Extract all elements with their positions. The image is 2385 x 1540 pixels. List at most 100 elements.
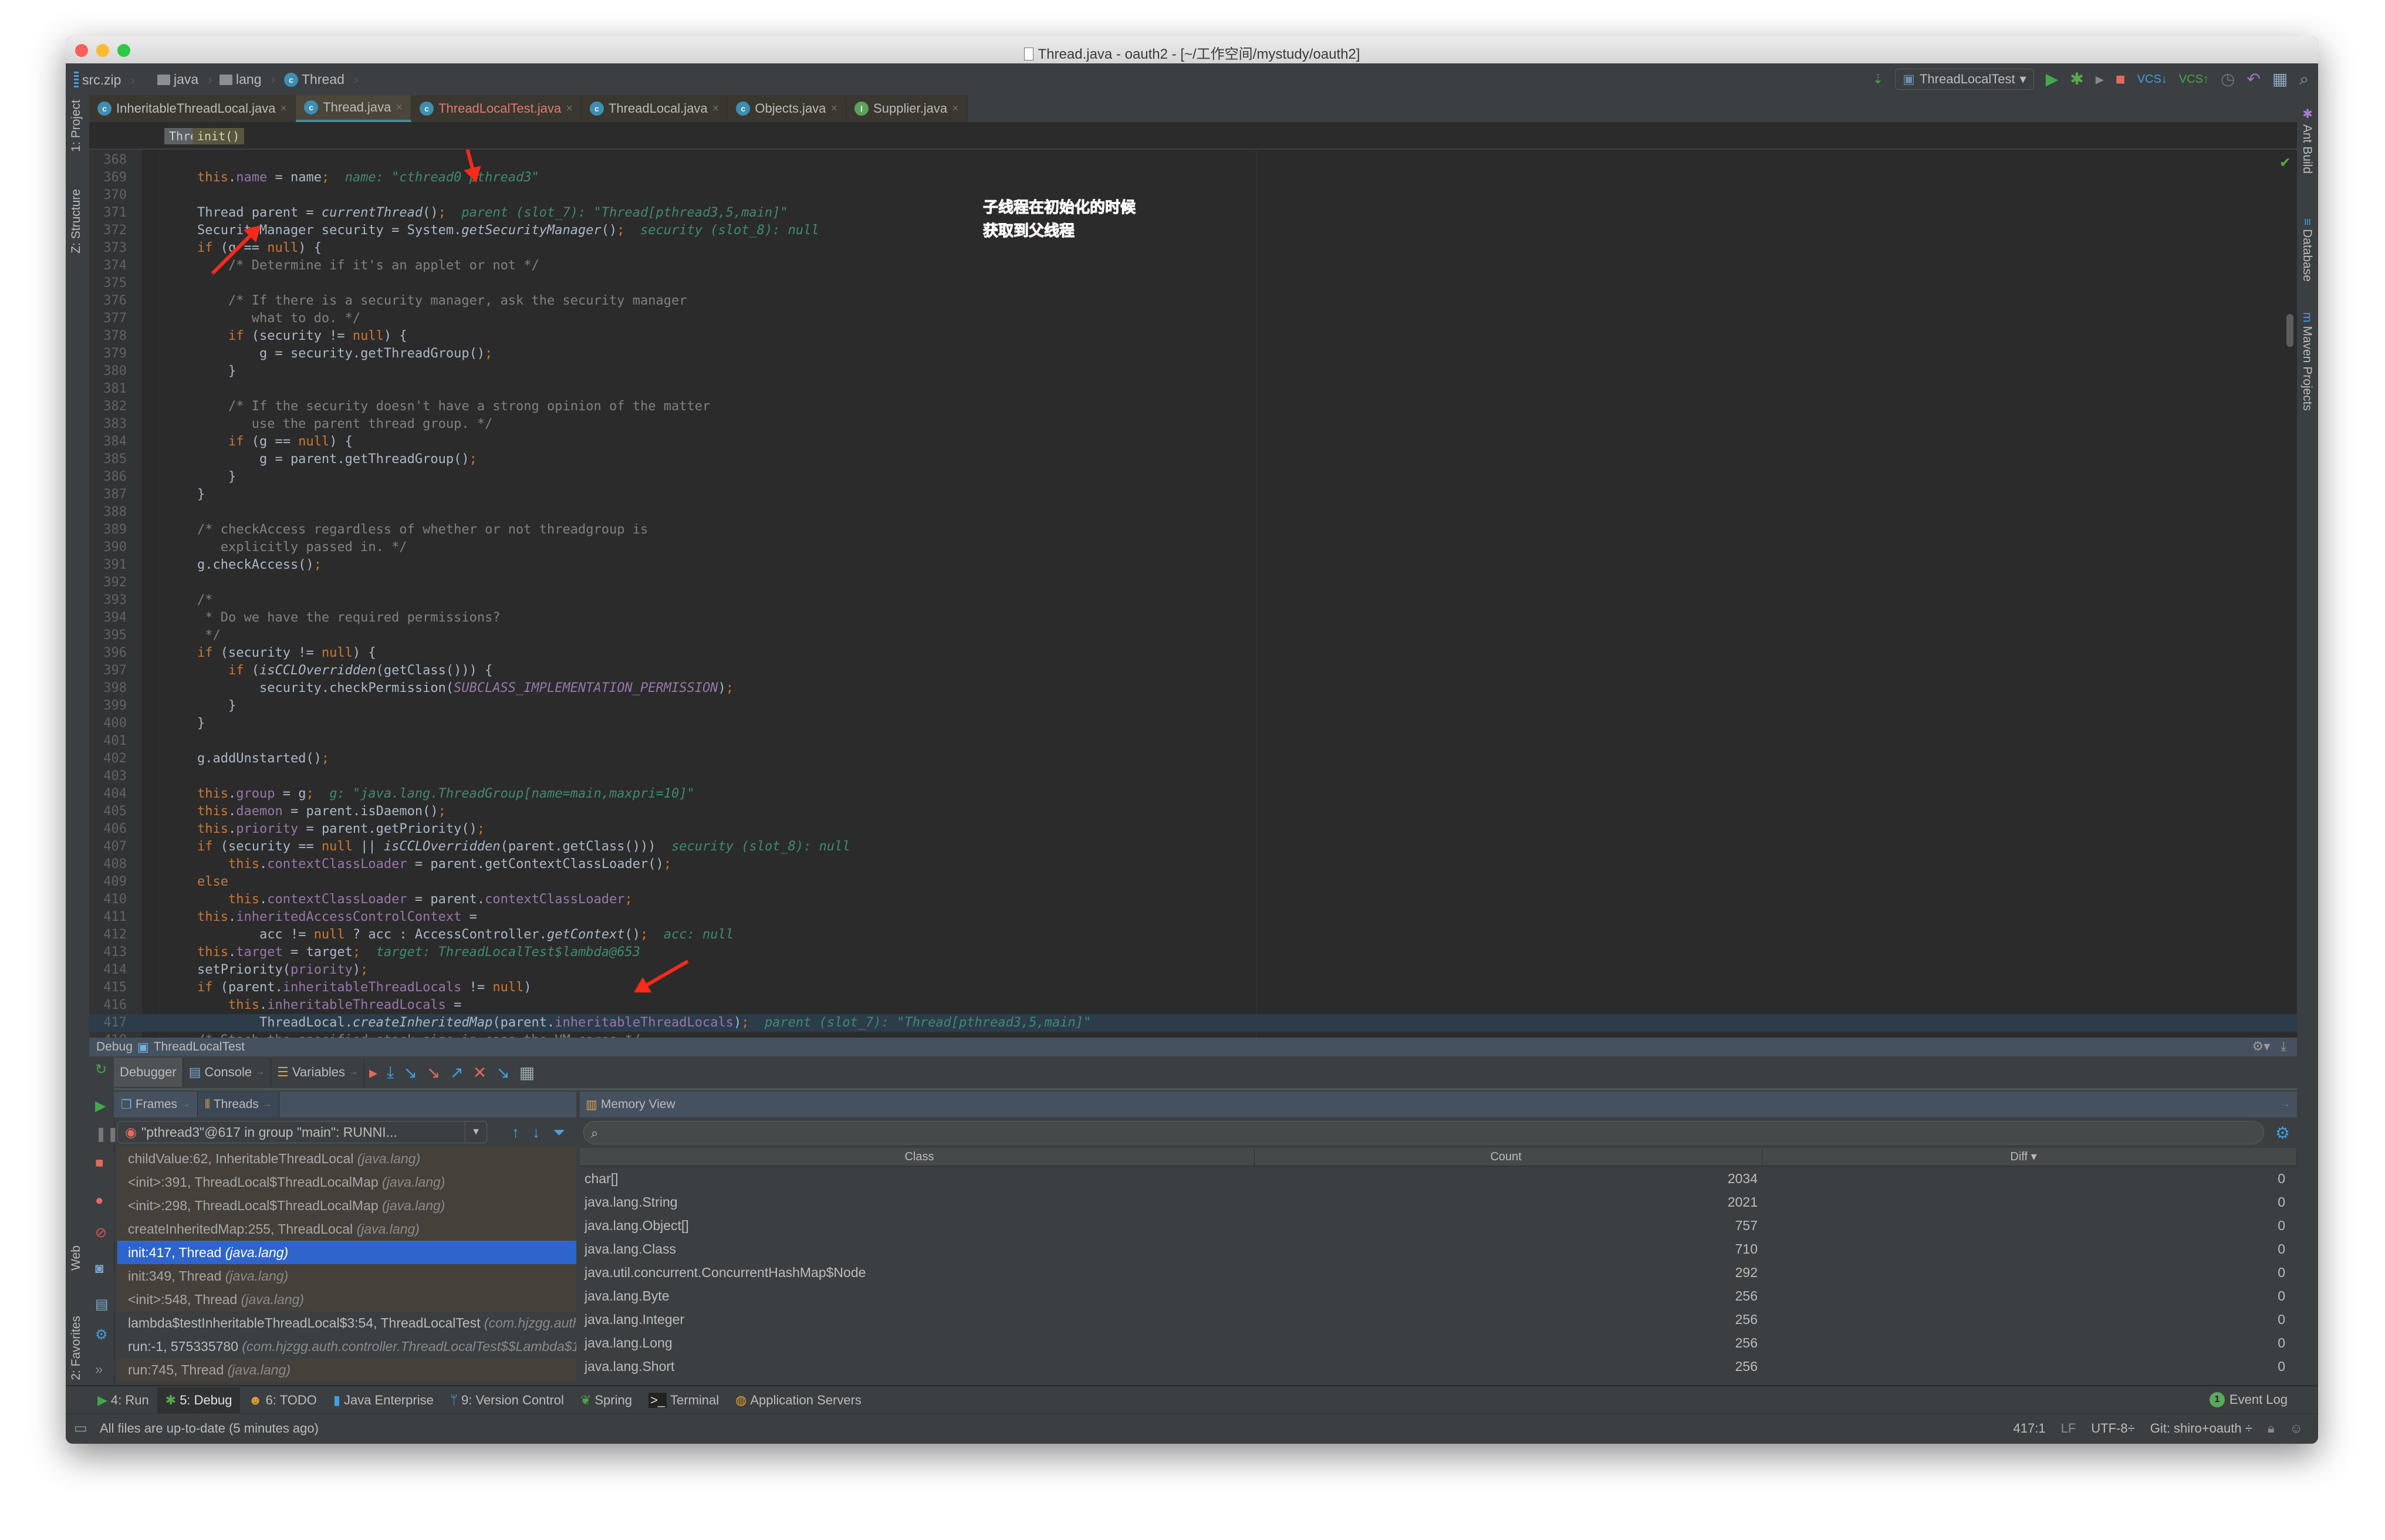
line-separator[interactable]: LF (2061, 1421, 2076, 1436)
line-number[interactable]: 374 (89, 257, 127, 275)
mute-breakpoints-icon[interactable]: ⊘ (95, 1224, 107, 1241)
run-to-cursor-icon[interactable]: ↘ (496, 1063, 509, 1082)
line-number[interactable]: 376 (89, 292, 127, 310)
code-line[interactable]: 403 (89, 768, 2297, 785)
view-breakpoints-icon[interactable]: ● (95, 1193, 104, 1209)
lock-icon[interactable]: 🔒︎ (2268, 1421, 2275, 1436)
code-line[interactable]: 382 /* If the security doesn't have a st… (89, 398, 2297, 416)
close-tab-icon[interactable]: × (952, 102, 959, 116)
line-number[interactable]: 417 (89, 1014, 127, 1032)
vcs-update-icon[interactable]: VCS↓ (2137, 73, 2167, 85)
pause-icon[interactable]: ❚❚ (95, 1126, 119, 1143)
step-into-icon[interactable]: ↘ (403, 1063, 417, 1082)
resume-icon[interactable]: ▶ (95, 1097, 106, 1115)
close-tab-icon[interactable]: × (281, 102, 288, 116)
line-number[interactable]: 398 (89, 680, 127, 697)
line-number[interactable]: 404 (89, 785, 127, 803)
previous-frame-icon[interactable]: ↑ (512, 1123, 519, 1142)
close-tab-icon[interactable]: × (566, 102, 573, 116)
column-class[interactable]: Class (580, 1148, 1255, 1166)
memory-row[interactable]: java.lang.Object[] 757 0 (580, 1214, 2297, 1237)
line-number[interactable]: 369 (89, 169, 127, 187)
debug-tool-button[interactable]: ✱ 5: Debug (157, 1387, 241, 1413)
code-line[interactable]: 387} (89, 486, 2297, 504)
coverage-icon[interactable]: ▸ (2096, 71, 2104, 87)
line-number[interactable]: 412 (89, 926, 127, 944)
tab-debugger[interactable]: Debugger (114, 1058, 183, 1087)
thread-selector[interactable]: ◉ "pthread3"@617 in group "main": RUNNI.… (117, 1121, 487, 1143)
code-line[interactable]: 376 /* If there is a security manager, a… (89, 292, 2297, 310)
line-number[interactable]: 370 (89, 187, 127, 204)
stack-frame[interactable]: childValue:62, InheritableThreadLocal (j… (117, 1147, 576, 1170)
code-line[interactable]: 407 if (security == null || isCCLOverridd… (89, 838, 2297, 856)
close-tab-icon[interactable]: × (712, 102, 719, 116)
code-line[interactable]: 383 use the parent thread group. */ (89, 416, 2297, 433)
code-line[interactable]: 373 if (g == null) { (89, 239, 2297, 257)
todo-tool-button[interactable]: ☻ 6: TODO (240, 1387, 325, 1413)
tab-threadlocal[interactable]: c ThreadLocal.java × (581, 95, 728, 122)
tab-threadlocaltest[interactable]: c ThreadLocalTest.java × (411, 95, 582, 122)
line-number[interactable]: 414 (89, 961, 127, 979)
code-line[interactable]: 378 if (security != null) { (89, 327, 2297, 345)
column-diff[interactable]: Diff ▾ (1762, 1148, 2297, 1166)
line-number[interactable]: 413 (89, 944, 127, 961)
filter-icon[interactable]: ⏷ (553, 1123, 565, 1142)
maven-tool-button[interactable]: m Maven Projects (2300, 312, 2314, 411)
file-encoding[interactable]: UTF-8÷ (2091, 1421, 2134, 1436)
code-line[interactable]: 380 } (89, 363, 2297, 380)
line-number[interactable]: 389 (89, 521, 127, 539)
rerun-icon[interactable]: ↻ (95, 1061, 107, 1078)
code-line[interactable]: 401 (89, 732, 2297, 750)
code-line[interactable]: 385 g = parent.getThreadGroup(); (89, 451, 2297, 468)
line-number[interactable]: 371 (89, 204, 127, 222)
code-line[interactable]: 400} (89, 715, 2297, 732)
line-number[interactable]: 395 (89, 627, 127, 644)
code-line[interactable]: 412 acc != null ? acc : AccessController… (89, 926, 2297, 944)
line-number[interactable]: 399 (89, 697, 127, 715)
inspector-icon[interactable]: ☺ (2290, 1421, 2303, 1436)
breadcrumb-src-zip[interactable]: src.zip › (74, 72, 135, 88)
tab-objects[interactable]: c Objects.java × (728, 95, 847, 122)
code-line[interactable]: 371 Thread parent = currentThread(); pare… (89, 204, 2297, 222)
code-line[interactable]: 375 (89, 275, 2297, 292)
line-number[interactable]: 375 (89, 275, 127, 292)
line-number[interactable]: 377 (89, 310, 127, 327)
tab-console[interactable]: ▤ Console → (183, 1058, 272, 1087)
evaluate-expression-icon[interactable]: ▦ (519, 1063, 535, 1082)
code-line[interactable]: 404 this.group = g; g: "java.lang.ThreadG… (89, 785, 2297, 803)
line-number[interactable]: 408 (89, 856, 127, 873)
memory-search-input[interactable]: ⌕ (583, 1121, 2264, 1144)
tab-threads[interactable]: ⫴ Threads → (198, 1092, 279, 1117)
debug-session-tab[interactable]: ThreadLocalTest (154, 1040, 245, 1054)
code-line[interactable]: 370 (89, 187, 2297, 204)
force-step-into-icon[interactable]: ↘ (427, 1063, 440, 1082)
line-number[interactable]: 386 (89, 468, 127, 486)
database-tool-button[interactable]: ≡ Database (2300, 218, 2314, 282)
line-number[interactable]: 368 (89, 151, 127, 169)
selected-stack-frame[interactable]: init:417, Thread (java.lang) (117, 1241, 576, 1264)
stop-icon[interactable]: ■ (2116, 71, 2126, 87)
line-number[interactable]: 415 (89, 979, 127, 997)
toggle-tool-windows-icon[interactable]: ▭ (74, 1420, 87, 1437)
code-line[interactable]: 399 } (89, 697, 2297, 715)
code-line[interactable]: 415 if (parent.inheritableThreadLocals !=… (89, 979, 2297, 997)
ant-build-tool-button[interactable]: ✱ Ant Build (2300, 107, 2314, 174)
stack-frame[interactable]: run:745, Thread (java.lang) (117, 1358, 576, 1382)
next-frame-icon[interactable]: ↓ (532, 1123, 540, 1142)
line-number[interactable]: 396 (89, 644, 127, 662)
stack-frame[interactable]: createInheritedMap:255, ThreadLocal (jav… (117, 1217, 576, 1241)
stack-frame[interactable]: <init>:548, Thread (java.lang) (117, 1288, 576, 1311)
run-configuration-select[interactable]: ▣ ThreadLocalTest ▾ (1895, 69, 2034, 90)
debug-icon[interactable]: ✱ (2070, 71, 2083, 87)
memory-settings-icon[interactable]: ⚙ (2275, 1123, 2290, 1143)
line-number[interactable]: 409 (89, 873, 127, 891)
code-line[interactable]: 409 else (89, 873, 2297, 891)
code-line[interactable]: 389 /* checkAccess regardless of whether … (89, 521, 2297, 539)
tab-variables[interactable]: ☰ Variables → (271, 1058, 364, 1087)
stack-frame[interactable]: run:-1, 575335780 (com.hjzgg.auth.contro… (117, 1335, 576, 1358)
code-line[interactable]: 386 } (89, 468, 2297, 486)
code-line[interactable]: 410 this.contextClassLoader = parent.con… (89, 891, 2297, 909)
breadcrumb-java[interactable]: java › (157, 72, 212, 87)
code-line[interactable]: 390 explicitly passed in. */ (89, 539, 2297, 556)
code-line[interactable]: 418 /* Stash the specified stack size in … (89, 1032, 2297, 1038)
